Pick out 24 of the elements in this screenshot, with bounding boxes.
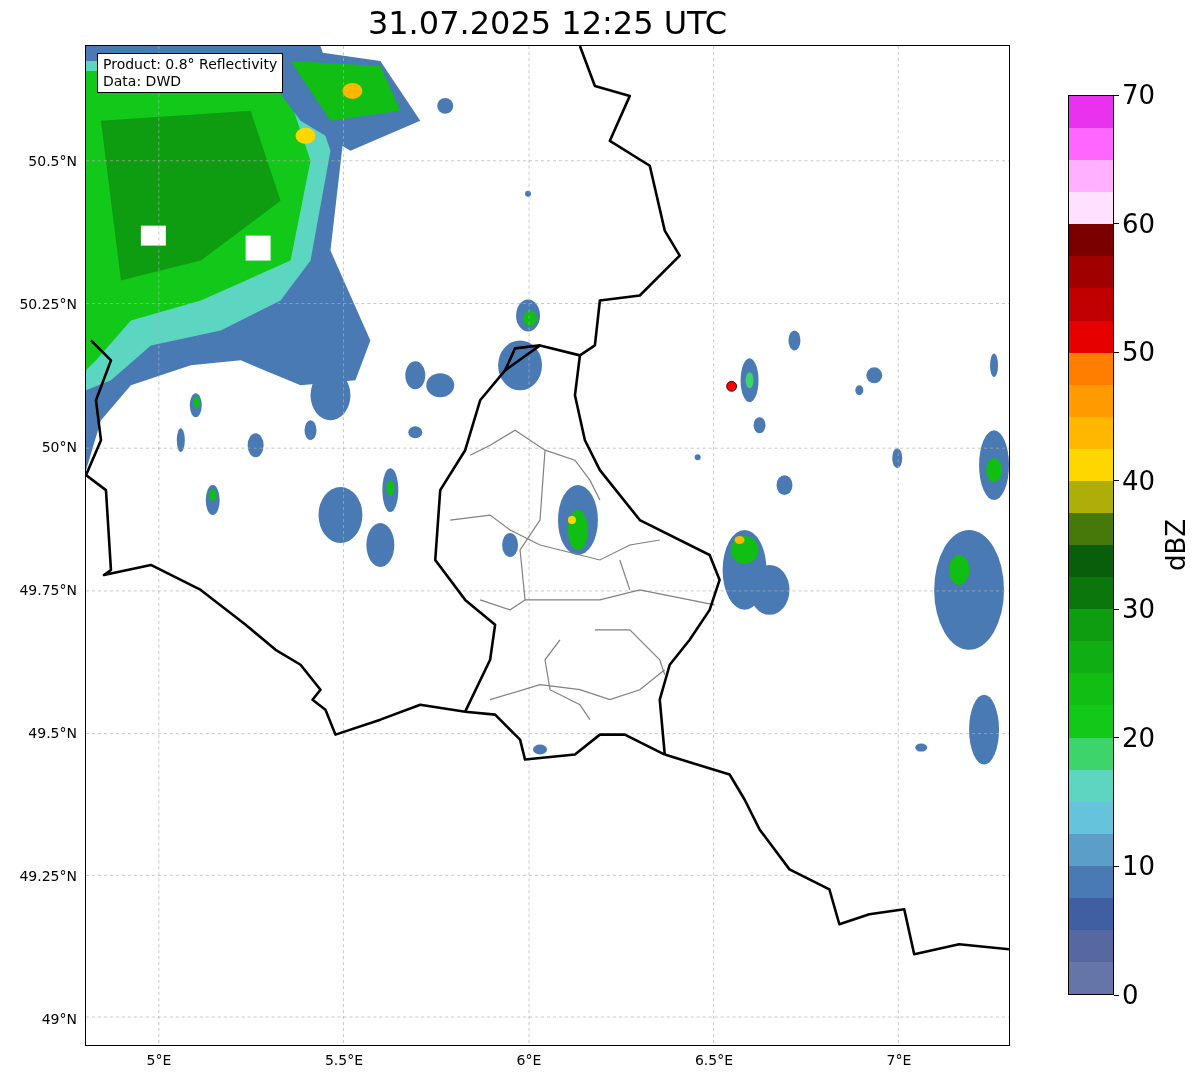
latitude-label: 49.25°N [19, 869, 77, 883]
annotation-text: Product: 0.8° Reflectivity [103, 56, 278, 73]
colorbar-tick-label: 20 [1122, 724, 1156, 751]
annotation-text: Data: DWD [103, 73, 182, 90]
colorbar-tick-label: 30 [1122, 596, 1156, 623]
colorbar-tick-label: 60 [1122, 210, 1156, 237]
latitude-label: 50.5°N [28, 154, 77, 168]
colorbar-tick-label: 50 [1122, 339, 1156, 366]
longitude-label: 6.5°E [694, 1053, 734, 1067]
colorbar-tick-label: 10 [1122, 853, 1156, 880]
longitude-label: 5°E [146, 1053, 172, 1067]
longitude-label: 5.5°E [324, 1053, 364, 1067]
latitude-label: 49.5°N [28, 726, 77, 740]
latitude-label: 49°N [41, 1012, 77, 1026]
latitude-label: 50.25°N [19, 297, 77, 311]
longitude-label: 6°E [516, 1053, 542, 1067]
colorbar-tick-label: 40 [1122, 467, 1156, 494]
colorbar-tick-label: 0 [1122, 982, 1139, 1008]
colorbar-tick-label: 70 [1122, 82, 1156, 108]
chart-title: 31.07.2025 12:25 UTC [367, 6, 728, 39]
longitude-label: 7°E [886, 1053, 912, 1067]
latitude-label: 49.75°N [19, 583, 77, 597]
latitude-label: 50°N [41, 440, 77, 454]
colorbar-axis-label: dBZ [1163, 518, 1189, 572]
